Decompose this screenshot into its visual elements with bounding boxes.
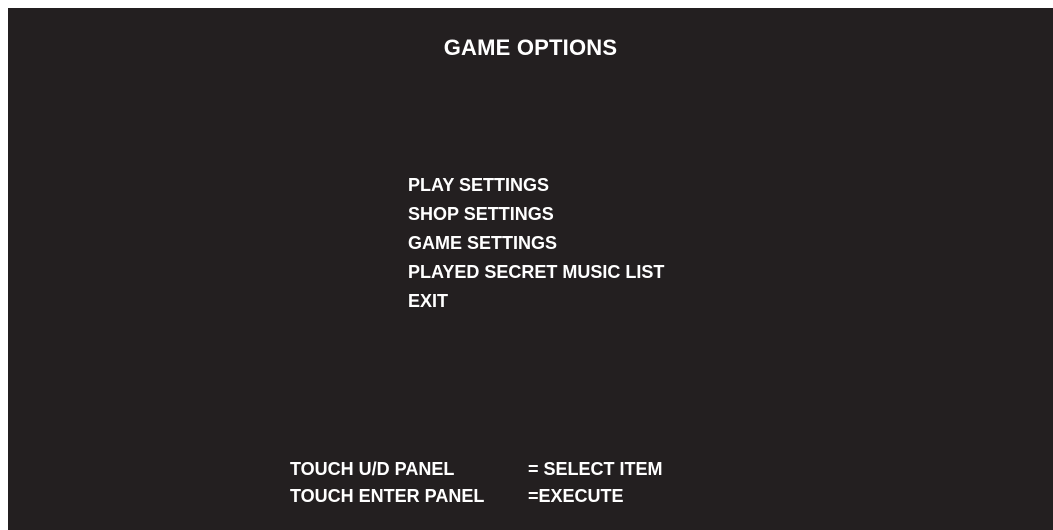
instruction-key-label: TOUCH U/D PANEL [290, 459, 455, 479]
page-title: GAME OPTIONS [443, 35, 618, 60]
menu-item-played-secret-music-list[interactable]: PLAYED SECRET MUSIC LIST [408, 258, 664, 287]
instruction-row-execute: TOUCH ENTER PANEL =EXECUTE [290, 483, 663, 510]
menu-item-game-settings[interactable]: GAME SETTINGS [408, 229, 664, 258]
game-options-screen: GAME OPTIONS PLAY SETTINGS SHOP SETTINGS… [8, 8, 1053, 530]
menu-item-shop-settings[interactable]: SHOP SETTINGS [408, 200, 664, 229]
menu-item-exit[interactable]: EXIT [408, 287, 664, 316]
instruction-key-label: TOUCH ENTER PANEL [290, 486, 485, 506]
control-instructions: TOUCH U/D PANEL = SELECT ITEM TOUCH ENTER… [290, 456, 663, 510]
instruction-row-select: TOUCH U/D PANEL = SELECT ITEM [290, 456, 663, 483]
options-menu: PLAY SETTINGS SHOP SETTINGS GAME SETTING… [408, 171, 664, 316]
menu-item-play-settings[interactable]: PLAY SETTINGS [408, 171, 664, 200]
instruction-action-label: = SELECT ITEM [528, 459, 663, 479]
instruction-action-label: =EXECUTE [528, 486, 624, 506]
